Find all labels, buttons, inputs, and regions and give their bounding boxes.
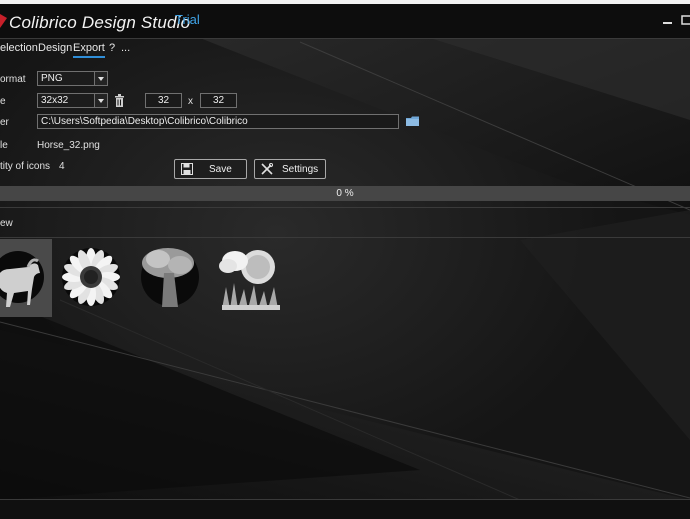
floppy-disk-icon xyxy=(181,163,193,175)
folder-icon[interactable] xyxy=(406,116,420,127)
maximize-button[interactable] xyxy=(680,13,690,27)
preview-icon-sunflower[interactable] xyxy=(59,239,123,317)
width-input[interactable]: 32 xyxy=(145,93,182,108)
settings-button-label: Settings xyxy=(282,164,319,175)
sunflower-icon xyxy=(62,248,120,306)
chevron-down-icon xyxy=(94,72,107,85)
divider xyxy=(0,237,690,238)
format-select[interactable]: PNG xyxy=(37,71,108,86)
height-input[interactable]: 32 xyxy=(200,93,237,108)
format-label: ormat xyxy=(0,74,26,85)
preview-label: ew xyxy=(0,218,13,229)
title-bar: Colibrico Design Studio Trial xyxy=(0,4,690,39)
tools-icon xyxy=(261,163,273,175)
menu-help[interactable]: ? xyxy=(109,42,115,54)
trial-badge: Trial xyxy=(175,12,200,27)
divider xyxy=(0,207,690,208)
minimize-button[interactable] xyxy=(661,13,675,27)
minimize-icon xyxy=(663,22,672,24)
app-title: Colibrico Design Studio xyxy=(9,13,191,32)
status-bar xyxy=(0,499,690,519)
tree-icon xyxy=(141,248,199,307)
trash-icon[interactable] xyxy=(114,94,125,107)
maximize-icon xyxy=(681,15,690,25)
menu-design[interactable]: Design xyxy=(38,42,72,54)
format-value: PNG xyxy=(41,73,63,84)
menu-more[interactable]: ... xyxy=(121,42,130,54)
export-progress-bar: 0 % xyxy=(0,186,690,201)
size-separator: x xyxy=(188,96,193,107)
menu-selection[interactable]: election xyxy=(0,42,38,54)
quantity-value: 4 xyxy=(59,161,65,172)
sun-cloud-grass-icon xyxy=(219,250,280,310)
horse-icon xyxy=(0,251,44,307)
preview-icon-tree[interactable] xyxy=(138,239,202,317)
app-logo-icon xyxy=(0,14,7,28)
preview-icon-sun-cloud-grass[interactable] xyxy=(218,239,282,317)
quantity-label: tity of icons xyxy=(0,161,51,172)
save-button-label: Save xyxy=(209,164,232,175)
progress-text: 0 % xyxy=(336,188,354,199)
size-value: 32x32 xyxy=(41,95,69,106)
chevron-down-icon xyxy=(94,94,107,107)
preview-icon-horse[interactable] xyxy=(0,239,52,317)
menu-bar: election Design Export ? ... xyxy=(0,39,690,59)
folder-label: er xyxy=(0,117,9,128)
settings-button[interactable]: Settings xyxy=(254,159,326,179)
size-label: e xyxy=(0,96,6,107)
file-label: le xyxy=(0,140,8,151)
file-name: Horse_32.png xyxy=(37,140,100,151)
save-button[interactable]: Save xyxy=(174,159,247,179)
folder-path-input[interactable]: C:\Users\Softpedia\Desktop\Colibrico\Col… xyxy=(37,114,399,129)
size-select[interactable]: 32x32 xyxy=(37,93,108,108)
menu-export[interactable]: Export xyxy=(73,42,105,58)
